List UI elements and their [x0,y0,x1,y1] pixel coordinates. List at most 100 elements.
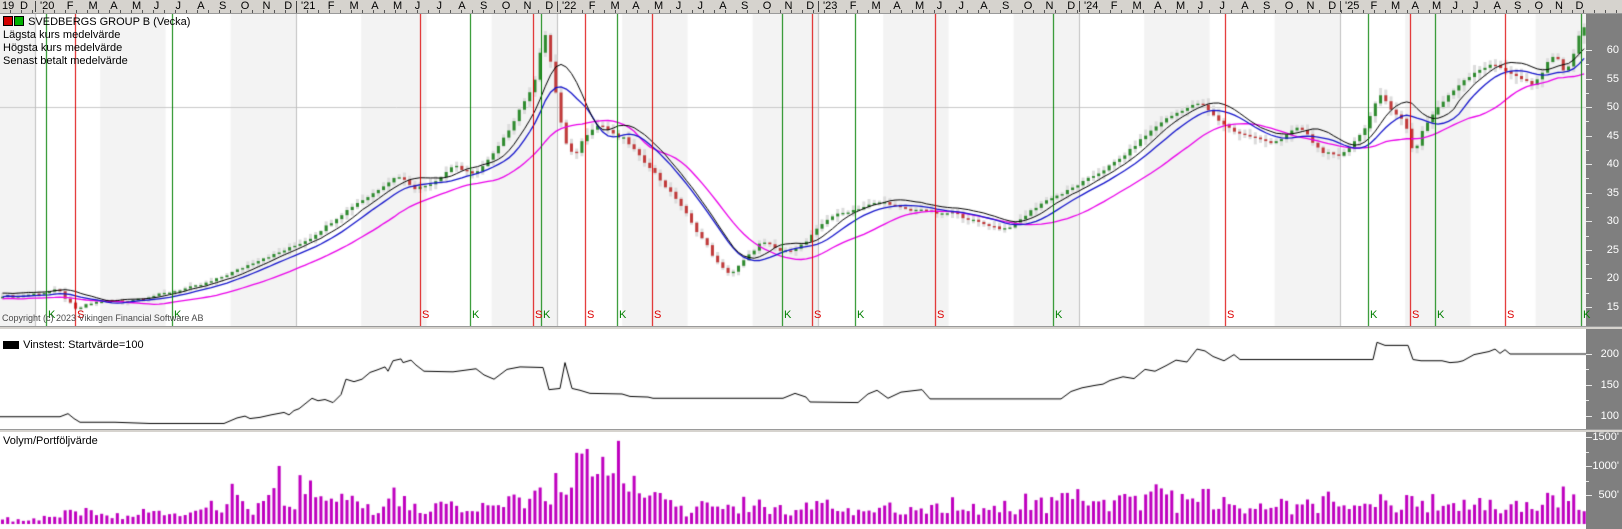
price-axis-tick [1586,136,1592,137]
volume-axis-tick [1586,437,1592,438]
legend-item-lagsta: Lägsta kurs medelvärde [3,29,190,42]
time-axis-month-label: A [719,0,726,12]
down-bar-swatch-icon [3,16,13,26]
volume-axis-strip: 1500'1000'500' [1586,432,1622,529]
time-axis-month-label: J [1198,0,1204,12]
time-axis-year-label: '22 [562,0,576,12]
price-axis-minor-tick [1586,64,1589,65]
buy-signal-letter: K [857,309,864,321]
time-axis-month-label: D [806,0,814,12]
volume-axis-label: 1500' [1592,431,1619,443]
time-axis-month-label: F [328,0,335,12]
chart-window: 19D'20FMAMJJASOND'21FMAMJJASOND'22FMAMJJ… [0,0,1622,529]
time-axis-month-label: J [154,0,160,12]
price-axis-minor-tick [1586,178,1589,179]
legend-item-hogsta: Högsta kurs medelvärde [3,42,190,55]
volume-axis-minor-tick [1586,481,1589,482]
time-axis-month-label: A [980,0,987,12]
price-axis-minor-tick [1586,264,1589,265]
volume-axis-tick [1586,495,1592,496]
volume-axis-tick [1586,466,1592,467]
year-separator [557,1,558,12]
price-axis-label: 35 [1607,187,1619,199]
time-axis-month-label: F [589,0,596,12]
price-axis-minor-tick [1586,93,1589,94]
time-axis-month-label: J [698,0,704,12]
year-separator [35,1,36,12]
time-axis-month-label: M [132,0,141,12]
price-axis-tick [1586,79,1592,80]
vinstest-axis-minor-tick [1586,400,1589,401]
volume-chart-canvas[interactable] [0,432,1586,529]
price-axis-tick [1586,221,1592,222]
price-axis-label: 60 [1607,44,1619,56]
price-axis-label: 55 [1607,73,1619,85]
sell-signal-letter: S [1227,309,1234,321]
buy-signal-letter: K [1437,309,1444,321]
time-axis-month-label: O [1535,0,1544,12]
year-separator [1079,1,1080,12]
copyright-notice: Copyright (c) 2023 Vikingen Financial So… [2,313,203,323]
time-axis-month-label: M [915,0,924,12]
time-axis-year-label: '24 [1084,0,1098,12]
price-axis-minor-tick [1586,236,1589,237]
price-axis-label: 20 [1607,272,1619,284]
vinstest-chart-canvas[interactable] [0,329,1586,429]
time-axis-label: D [20,0,28,12]
buy-signal-letter: K [619,309,626,321]
time-axis-month-label: D [1328,0,1336,12]
volume-axis-label: 1000' [1592,460,1619,472]
time-axis-month-label: F [1111,0,1118,12]
chart-title: SVEDBERGS GROUP B (Vecka) [28,16,190,28]
time-axis-year-label: '23 [823,0,837,12]
price-axis-tick [1586,50,1592,51]
time-axis-month-label: M [654,0,663,12]
time-axis-year-label: '25 [1345,0,1359,12]
sell-signal-letter: S [422,309,429,321]
vinstest-legend: Vinstest: Startvärde=100 [3,339,144,352]
time-axis-month-label: N [524,0,532,12]
time-axis-month-label: A [1412,0,1419,12]
time-axis-month-label: N [1555,0,1563,12]
time-axis-month-label: M [872,0,881,12]
time-axis-month-label: J [937,0,943,12]
time-axis-month-label: J [1453,0,1459,12]
time-axis-month-label: S [1002,0,1009,12]
time-axis-month-label: A [110,0,117,12]
year-separator [818,1,819,12]
price-axis-tick [1586,250,1592,251]
price-axis-minor-tick [1586,150,1589,151]
time-axis-month-label: S [219,0,226,12]
time-axis-month-label: A [1241,0,1248,12]
time-axis-month-label: N [1046,0,1054,12]
time-axis-month-label: J [1473,0,1479,12]
time-axis-month-label: A [458,0,465,12]
time-axis-month-label: S [1514,0,1521,12]
vinstest-line-swatch-icon [3,341,19,349]
time-axis-month-label: M [1133,0,1142,12]
price-axis-label: 40 [1607,158,1619,170]
time-axis-month-label: A [197,0,204,12]
vinstest-axis-tick [1586,354,1592,355]
legend-item-senast: Senast betalt medelvärde [3,55,190,68]
vinstest-panel: 200150100 Vinstest: Startvärde=100 [0,329,1622,429]
time-axis-month-label: O [241,0,250,12]
time-axis-month-label: M [1176,0,1185,12]
buy-signal-letter: K [784,309,791,321]
time-axis-year-label: '21 [301,0,315,12]
time-axis-month-label: N [263,0,271,12]
time-axis-month-label: F [1371,0,1378,12]
buy-signal-letter: K [1583,309,1590,321]
sell-signal-letter: S [587,309,594,321]
vinstest-axis-label: 100 [1601,410,1619,422]
time-axis-month-label: A [371,0,378,12]
time-axis-month-label: M [1391,0,1400,12]
time-axis-month-label: F [67,0,74,12]
price-axis-minor-tick [1586,207,1589,208]
time-axis-month-label: S [1263,0,1270,12]
price-chart-canvas[interactable] [0,14,1586,326]
time-axis-month-label: M [611,0,620,12]
vinstest-axis-strip: 200150100 [1586,329,1622,429]
price-axis-label: 50 [1607,101,1619,113]
vinstest-axis-label: 150 [1601,379,1619,391]
